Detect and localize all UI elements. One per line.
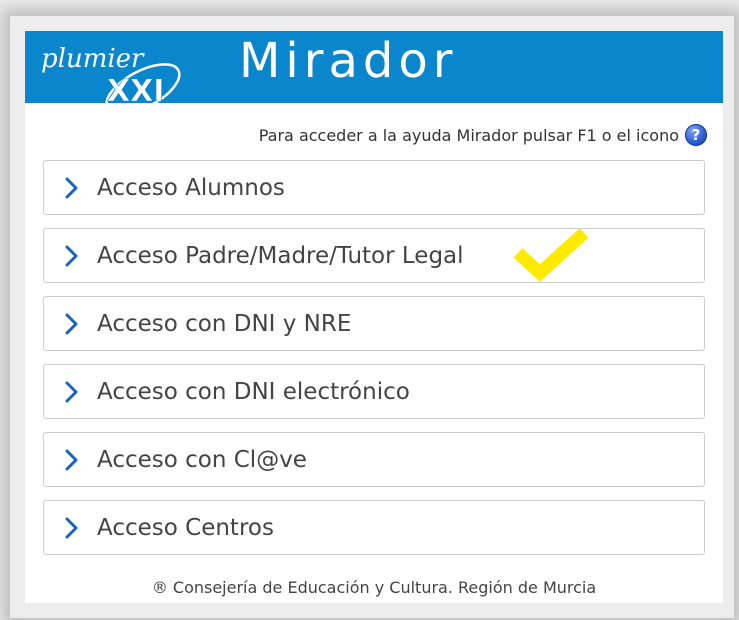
header-bar: plumier XXI Mirador: [25, 31, 723, 115]
access-clave-button[interactable]: Acceso con Cl@ve: [43, 432, 705, 487]
menu-item-label: Acceso Centros: [97, 514, 274, 541]
help-hint: Para acceder a la ayuda Mirador pulsar F…: [259, 123, 707, 147]
help-icon[interactable]: ?: [685, 124, 707, 146]
checkmark-icon: [513, 228, 589, 282]
access-centros-button[interactable]: Acceso Centros: [43, 500, 705, 555]
svg-text:XXI: XXI: [107, 74, 164, 109]
access-dni-nre-button[interactable]: Acceso con DNI y NRE: [43, 296, 705, 351]
chevron-right-icon: [65, 517, 78, 538]
access-dni-electronico-button[interactable]: Acceso con DNI electrónico: [43, 364, 705, 419]
footer-copyright: ® Consejería de Educación y Cultura. Reg…: [151, 578, 597, 597]
svg-text:plumier: plumier: [41, 44, 145, 74]
chevron-right-icon: [65, 245, 78, 266]
menu-item-label: Acceso Padre/Madre/Tutor Legal: [97, 242, 464, 269]
access-alumnos-button[interactable]: Acceso Alumnos: [43, 160, 705, 215]
login-panel: plumier XXI Mirador Para acceder a la ay…: [25, 31, 723, 603]
menu-item-label: Acceso Alumnos: [97, 174, 285, 201]
menu-item-label: Acceso con DNI electrónico: [97, 378, 410, 405]
chevron-right-icon: [65, 449, 78, 470]
plumier-xxi-logo: plumier XXI: [41, 44, 181, 115]
access-padre-madre-tutor-button[interactable]: Acceso Padre/Madre/Tutor Legal: [43, 228, 705, 283]
access-menu: Acceso Alumnos Acceso Padre/Madre/Tutor …: [43, 160, 705, 568]
chevron-right-icon: [65, 177, 78, 198]
menu-item-label: Acceso con DNI y NRE: [97, 310, 352, 337]
chevron-right-icon: [65, 381, 78, 402]
menu-item-label: Acceso con Cl@ve: [97, 446, 307, 473]
chevron-right-icon: [65, 313, 78, 334]
app-title: Mirador: [239, 33, 458, 89]
help-text: Para acceder a la ayuda Mirador pulsar F…: [258, 125, 679, 145]
